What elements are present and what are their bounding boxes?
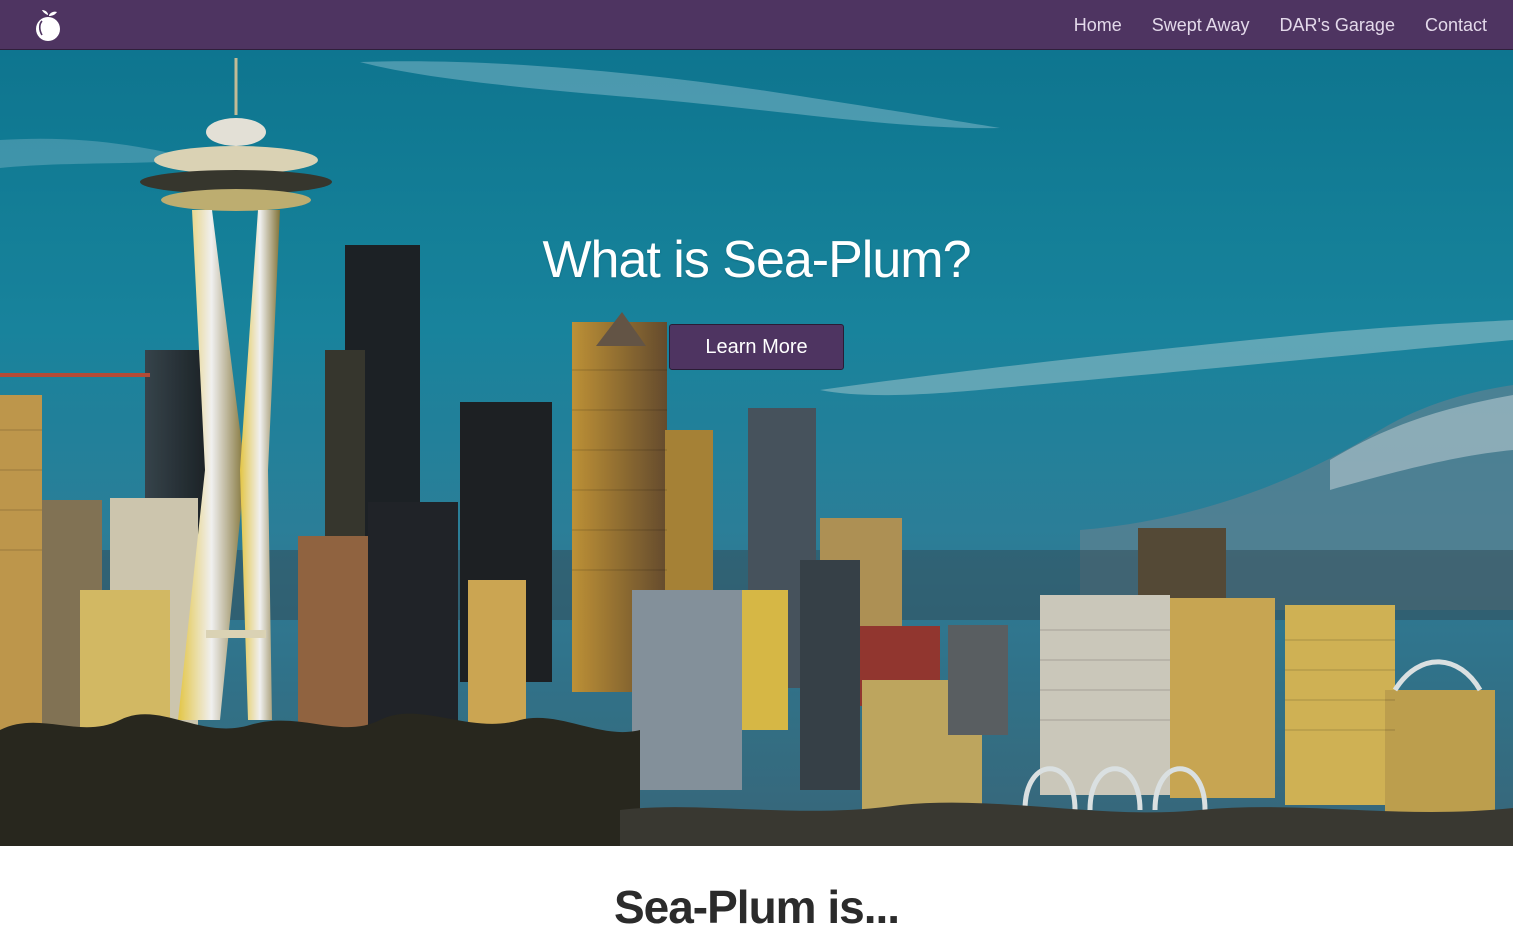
plum-logo-icon[interactable]	[30, 8, 66, 44]
nav-links: Home Swept Away DAR's Garage Contact	[1074, 0, 1487, 50]
nav-link-swept-away[interactable]: Swept Away	[1152, 15, 1250, 36]
section-heading: Sea-Plum is...	[613, 881, 900, 933]
hero-title: What is Sea-Plum?	[542, 231, 971, 289]
hero-banner: What is Sea-Plum? Learn More	[0, 50, 1513, 846]
top-navbar: Home Swept Away DAR's Garage Contact	[0, 0, 1513, 50]
nav-link-dars-garage[interactable]: DAR's Garage	[1279, 15, 1394, 36]
learn-more-button[interactable]: Learn More	[669, 324, 844, 370]
nav-link-contact[interactable]: Contact	[1425, 15, 1487, 36]
hero-background-image	[0, 50, 1513, 846]
nav-link-home[interactable]: Home	[1074, 15, 1122, 36]
